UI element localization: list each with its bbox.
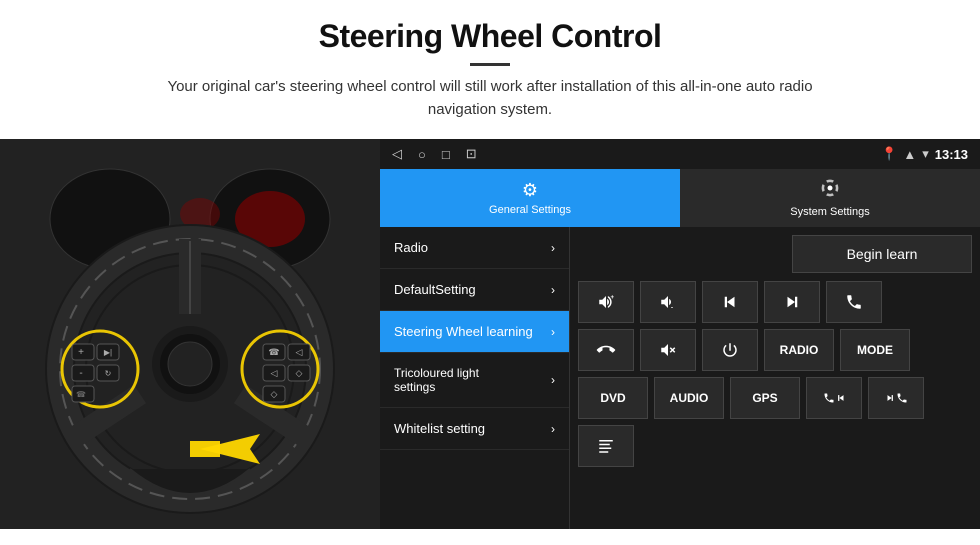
controls-row-4	[578, 425, 972, 467]
main-content: + - ☎ ▶| ↻ ☎ ◁ ◇ ◁ ◇	[0, 139, 980, 529]
tab-system-label: System Settings	[790, 206, 869, 218]
menu-default-arrow: ›	[551, 283, 555, 297]
settings-content: Begin learn +	[570, 227, 980, 529]
menu-tricoloured-arrow: ›	[551, 373, 555, 387]
vol-up-button[interactable]: +	[578, 281, 634, 323]
menu-tricoloured-label: Tricoloured lightsettings	[394, 366, 479, 394]
clock: 13:13	[935, 147, 968, 162]
android-panel: ◁ ○ □ ⊡ 📍 ▲ ▾ 13:13 ⚙ General Settings	[380, 139, 980, 529]
vol-down-button[interactable]: -	[640, 281, 696, 323]
svg-text:◇: ◇	[296, 368, 303, 378]
menu-radio-arrow: ›	[551, 241, 555, 255]
controls-row-2: RADIO MODE	[578, 329, 972, 371]
settings-area: Radio › DefaultSetting › Steering Wheel …	[380, 227, 980, 529]
wifi-icon: ▾	[922, 146, 929, 162]
menu-radio-label: Radio	[394, 240, 428, 255]
menu-steering-label: Steering Wheel learning	[394, 324, 533, 339]
gear-icon: ⚙	[522, 180, 538, 201]
page-subtitle: Your original car's steering wheel contr…	[140, 76, 840, 121]
tab-bar: ⚙ General Settings System Settings	[380, 169, 980, 227]
radio-button[interactable]: RADIO	[764, 329, 834, 371]
svg-text:☎: ☎	[268, 347, 279, 357]
svg-text:-: -	[79, 368, 82, 379]
menu-nav-icon[interactable]: ⊡	[466, 146, 477, 162]
svg-text:+: +	[78, 347, 84, 358]
svg-text:-: -	[671, 306, 673, 312]
svg-text:☎: ☎	[76, 390, 86, 399]
title-divider	[470, 63, 510, 66]
svg-text:◇: ◇	[271, 389, 278, 399]
back-nav-icon[interactable]: ◁	[392, 146, 402, 162]
home-nav-icon[interactable]: ○	[418, 147, 426, 162]
tab-general-label: General Settings	[489, 204, 571, 216]
svg-text:▶|: ▶|	[104, 348, 112, 357]
menu-steering-arrow: ›	[551, 325, 555, 339]
steering-wheel-image: + - ☎ ▶| ↻ ☎ ◁ ◇ ◁ ◇	[0, 139, 380, 529]
status-bar: ◁ ○ □ ⊡ 📍 ▲ ▾ 13:13	[380, 139, 980, 169]
controls-grid: + -	[578, 281, 972, 467]
menu-whitelist-arrow: ›	[551, 422, 555, 436]
settings-menu: Radio › DefaultSetting › Steering Wheel …	[380, 227, 570, 529]
begin-learn-button[interactable]: Begin learn	[792, 235, 972, 273]
phone-next-button[interactable]	[868, 377, 924, 419]
tab-system[interactable]: System Settings	[680, 169, 980, 227]
gps-button[interactable]: GPS	[730, 377, 800, 419]
system-icon	[820, 178, 840, 203]
phone-prev-button[interactable]	[806, 377, 862, 419]
mode-button[interactable]: MODE	[840, 329, 910, 371]
menu-item-whitelist[interactable]: Whitelist setting ›	[380, 408, 569, 450]
svg-text:◁: ◁	[296, 347, 303, 357]
menu-item-default[interactable]: DefaultSetting ›	[380, 269, 569, 311]
svg-text:+: +	[611, 295, 615, 301]
svg-text:◁: ◁	[271, 368, 278, 378]
tab-general[interactable]: ⚙ General Settings	[380, 169, 680, 227]
begin-learn-row: Begin learn	[578, 235, 972, 273]
list-icon-button[interactable]	[578, 425, 634, 467]
svg-text:↻: ↻	[105, 369, 112, 378]
menu-default-label: DefaultSetting	[394, 282, 476, 297]
mute-button[interactable]	[640, 329, 696, 371]
menu-item-tricoloured[interactable]: Tricoloured lightsettings ›	[380, 353, 569, 408]
location-icon: 📍	[881, 146, 897, 162]
phone-answer-button[interactable]	[826, 281, 882, 323]
steering-wheel-panel: + - ☎ ▶| ↻ ☎ ◁ ◇ ◁ ◇	[0, 139, 380, 529]
page-header: Steering Wheel Control Your original car…	[0, 0, 980, 131]
menu-item-steering[interactable]: Steering Wheel learning ›	[380, 311, 569, 353]
nav-buttons: ◁ ○ □ ⊡	[392, 146, 477, 162]
prev-track-button[interactable]	[702, 281, 758, 323]
signal-icon: ▲	[903, 147, 916, 162]
controls-row-1: + -	[578, 281, 972, 323]
controls-row-3: DVD AUDIO GPS	[578, 377, 972, 419]
phone-end-button[interactable]	[578, 329, 634, 371]
audio-button[interactable]: AUDIO	[654, 377, 724, 419]
page-title: Steering Wheel Control	[60, 18, 920, 55]
menu-whitelist-label: Whitelist setting	[394, 421, 485, 436]
dvd-button[interactable]: DVD	[578, 377, 648, 419]
next-track-button[interactable]	[764, 281, 820, 323]
recent-nav-icon[interactable]: □	[442, 147, 450, 162]
power-button[interactable]	[702, 329, 758, 371]
menu-item-radio[interactable]: Radio ›	[380, 227, 569, 269]
status-right: 📍 ▲ ▾ 13:13	[881, 146, 968, 162]
